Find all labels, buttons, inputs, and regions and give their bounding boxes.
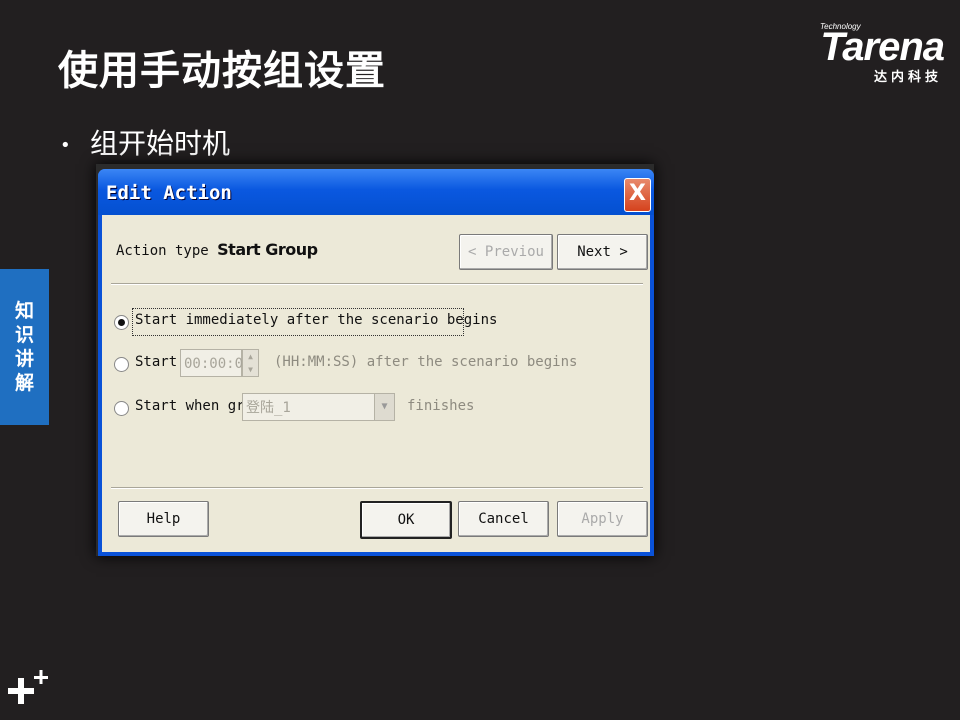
radio-start-when-group[interactable] (114, 401, 129, 416)
dialog-titlebar[interactable]: Edit Action X (98, 169, 654, 215)
side-tab-char: 识 (14, 324, 34, 346)
bottom-separator (111, 487, 643, 489)
side-tab-char: 知 (14, 300, 34, 322)
previous-label: Previou (484, 244, 544, 260)
next-button[interactable]: Next > (557, 234, 648, 270)
side-tab-char: 解 (14, 372, 34, 394)
plus-decoration-icon (8, 670, 48, 704)
delay-time-input[interactable]: 00:00:00 (180, 349, 251, 377)
action-type-label: Action type (116, 243, 209, 259)
spin-down-icon[interactable]: ▼ (243, 363, 258, 376)
apply-button[interactable]: Apply (557, 501, 648, 537)
logo-brand: Tarena (820, 25, 945, 69)
radio-start-after-delay[interactable] (114, 357, 129, 372)
delay-time-spinner[interactable]: ▲ ▼ (242, 349, 259, 377)
spin-up-icon[interactable]: ▲ (243, 350, 258, 363)
group-suffix: finishes (407, 398, 475, 414)
group-select-value: 登陆_1 (246, 400, 291, 416)
dialog-body: Action type Start Group < Previou Next >… (102, 215, 650, 552)
option-start-immediately-label[interactable]: Start immediately after the scenario beg… (135, 312, 497, 328)
ok-button[interactable]: OK (360, 501, 452, 539)
delay-time-suffix: (HH:MM:SS) after the scenario begins (274, 354, 578, 370)
cancel-button[interactable]: Cancel (458, 501, 549, 537)
chevron-down-icon[interactable]: ▼ (374, 394, 394, 420)
edit-action-dialog: Edit Action X Action type Start Group < … (98, 169, 654, 556)
option-start-after-delay-label[interactable]: Start (135, 354, 177, 370)
dialog-title: Edit Action (106, 182, 232, 204)
group-select[interactable]: 登陆_1 (242, 393, 395, 421)
side-tab-knowledge[interactable]: 知 识 讲 解 (0, 269, 49, 425)
previous-button[interactable]: < Previou (459, 234, 553, 270)
dialog-screenshot: Edit Action X Action type Start Group < … (96, 164, 654, 556)
tarena-logo: Technology Tarena 达内科技 (774, 22, 945, 85)
slide-title: 使用手动按组设置 (58, 48, 386, 94)
bullet-dot-icon: • (60, 134, 71, 156)
help-button[interactable]: Help (118, 501, 209, 537)
close-button[interactable]: X (624, 178, 651, 212)
action-type-value: Start Group (217, 240, 318, 259)
bullet-item: • 组开始时机 (60, 122, 230, 162)
next-label: Next (577, 244, 611, 260)
chevron-right-icon: > (619, 244, 628, 260)
radio-start-immediately[interactable] (114, 315, 129, 330)
logo-cn: 达内科技 (873, 70, 942, 85)
side-tab-char: 讲 (14, 348, 34, 370)
action-type-row: Action type Start Group (116, 240, 318, 259)
top-separator (111, 283, 643, 285)
chevron-left-icon: < (468, 244, 477, 260)
bullet-text: 组开始时机 (90, 127, 231, 160)
